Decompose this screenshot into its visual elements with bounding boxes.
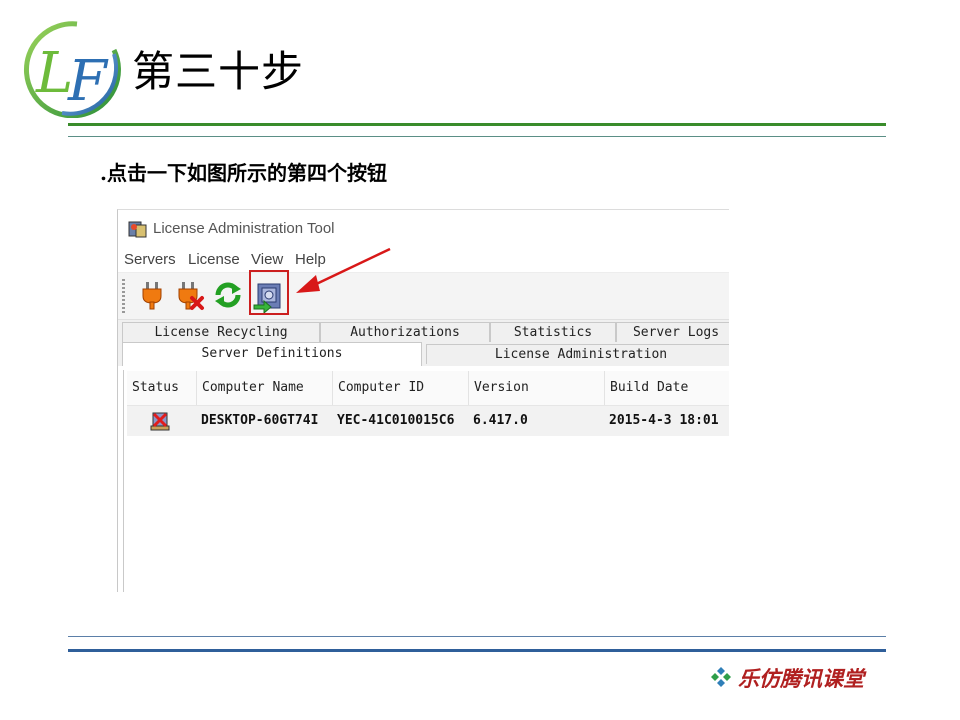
window-title: License Administration Tool <box>153 220 335 237</box>
lf-logo: L F <box>24 21 121 118</box>
diamond-cluster-icon <box>711 667 731 687</box>
header-divider-thin <box>68 136 886 137</box>
menu-view[interactable]: View <box>251 251 283 268</box>
column-header-build-date[interactable]: Build Date <box>605 371 729 405</box>
tab-server-logs[interactable]: Server Logs <box>616 322 729 342</box>
cell-computer-id: YEC-41C010015C6 <box>337 413 455 428</box>
header-divider <box>68 123 886 126</box>
button-highlight-box <box>249 270 289 315</box>
annotation-arrow <box>296 247 391 293</box>
tab-authorizations[interactable]: Authorizations <box>320 322 490 342</box>
instruction-text: .点击一下如图所示的第四个按钮 <box>100 161 387 185</box>
menu-bar: Servers License View Help <box>118 250 729 272</box>
toolbar <box>118 273 729 320</box>
server-definitions-panel: Status Computer Name Computer ID Version… <box>123 370 729 592</box>
connect-plug-icon[interactable] <box>136 279 168 311</box>
svg-text:F: F <box>67 49 109 114</box>
license-admin-window: License Administration Tool Servers Lice… <box>117 209 729 592</box>
toolbar-grip[interactable] <box>122 279 125 313</box>
footer-divider-thin <box>68 636 886 637</box>
menu-servers[interactable]: Servers <box>124 251 176 268</box>
window-titlebar: License Administration Tool <box>118 210 729 246</box>
table-row[interactable]: DESKTOP-60GT74I YEC-41C010015C6 6.417.0 … <box>127 406 729 436</box>
cell-version: 6.417.0 <box>473 413 528 428</box>
grid-header: Status Computer Name Computer ID Version… <box>127 371 729 406</box>
cell-computer-name: DESKTOP-60GT74I <box>201 413 319 428</box>
tab-statistics[interactable]: Statistics <box>490 322 616 342</box>
menu-license[interactable]: License <box>188 251 240 268</box>
tab-license-administration[interactable]: License Administration <box>426 344 729 364</box>
refresh-icon[interactable] <box>212 279 244 311</box>
footer-divider <box>68 649 886 652</box>
app-icon <box>128 221 147 238</box>
column-header-status[interactable]: Status <box>127 371 197 405</box>
tab-server-definitions[interactable]: Server Definitions <box>122 342 422 366</box>
column-header-computer-name[interactable]: Computer Name <box>197 371 333 405</box>
cell-build-date: 2015-4-3 18:01 <box>609 413 719 428</box>
tab-strip: License Recycling Authorizations Statist… <box>118 320 729 366</box>
slide-title: 第三十步 <box>132 47 305 96</box>
footer-brand-text: 乐仿腾讯课堂 <box>738 666 864 691</box>
server-error-icon <box>150 412 170 431</box>
column-header-version[interactable]: Version <box>469 371 605 405</box>
column-header-computer-id[interactable]: Computer ID <box>333 371 469 405</box>
tab-license-recycling[interactable]: License Recycling <box>122 322 320 342</box>
disconnect-plug-icon[interactable] <box>173 279 205 311</box>
